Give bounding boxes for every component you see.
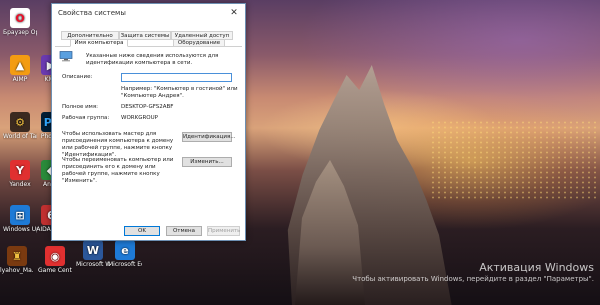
city-lights	[430, 120, 600, 200]
windows-setup-icon: ⊞	[10, 205, 30, 225]
change-button[interactable]: Изменить...	[182, 157, 232, 167]
desktop-icon-windows-setup[interactable]: ⊞Windows Update As...	[3, 205, 37, 233]
rename-text: Чтобы переименовать компьютер или присое…	[62, 157, 174, 184]
workgroup-value: WORKGROUP	[121, 115, 158, 121]
activation-watermark: Активация Windows Чтобы активировать Win…	[352, 261, 594, 283]
desktop-icon-label: lyahov_Ma...	[0, 267, 34, 274]
desktop-icon-wot[interactable]: ⚙World of Tanks RU	[3, 112, 37, 140]
edge-icon: e	[115, 240, 135, 260]
desktop-icon-game-center[interactable]: ◉Game Center	[38, 246, 72, 274]
desktop-icon-label: World of Tanks RU	[3, 133, 37, 140]
description-input[interactable]	[121, 73, 232, 82]
word-icon: W	[83, 240, 103, 260]
close-icon[interactable]: ✕	[227, 7, 241, 20]
yandex-icon: Y	[10, 160, 30, 180]
ok-button[interactable]: OK	[124, 226, 160, 236]
desktop-icon-lyahov[interactable]: ♜ lyahov_Ma...	[0, 246, 34, 274]
aimp-icon: ▲	[10, 55, 30, 75]
desktop-icon-edge[interactable]: eMicrosoft Edge	[108, 240, 142, 268]
desktop-icon-label: Windows Update As...	[3, 226, 37, 233]
desktop-icon-aimp[interactable]: ▲ AIMP	[3, 55, 37, 83]
desktop-icon-yandex[interactable]: Y Yandex	[3, 160, 37, 188]
example-text: Например: "Компьютер в гостиной" или "Ко…	[121, 86, 238, 99]
system-properties-dialog: Свойства системы ✕ Дополнительно Защита …	[51, 3, 246, 241]
tab-strip: Дополнительно Защита системы Удаленный д…	[55, 24, 242, 47]
desktop-icon-label: Microsoft Word 2010	[76, 261, 110, 268]
wot-icon: ⚙	[10, 112, 30, 132]
workgroup-label: Рабочая группа:	[62, 115, 110, 121]
intro-text: Указанные ниже сведения используются для…	[86, 53, 219, 66]
computer-name-pane: Указанные ниже сведения используются для…	[52, 47, 245, 236]
desktop-icon-label: Game Center	[38, 267, 72, 274]
desktop-icon-opera[interactable]: OБраузер Opera	[3, 8, 37, 36]
dialog-title: Свойства системы	[58, 9, 126, 17]
full-name-label: Полное имя:	[62, 104, 98, 110]
dialog-titlebar[interactable]: Свойства системы ✕	[52, 4, 245, 24]
desktop-icon-label: Microsoft Edge	[108, 261, 142, 268]
identify-button[interactable]: Идентификация...	[182, 132, 236, 142]
tab-computer-name[interactable]: Имя компьютера	[70, 39, 128, 47]
opera-icon: O	[10, 8, 30, 28]
activation-title: Активация Windows	[479, 261, 594, 274]
desktop-icon-label: AIMP	[12, 76, 28, 83]
game-center-icon: ◉	[45, 246, 65, 266]
desktop-icon-label: Браузер Opera	[3, 29, 37, 36]
activation-subtitle: Чтобы активировать Windows, перейдите в …	[352, 275, 594, 283]
computer-icon	[59, 51, 73, 62]
apply-button[interactable]: Применить	[207, 226, 240, 236]
description-label: Описание:	[62, 74, 93, 80]
full-name-value: DESKTOP-GFS2ABF	[121, 104, 174, 110]
tab-hardware[interactable]: Оборудование	[173, 39, 225, 47]
desktop-icon-word[interactable]: WMicrosoft Word 2010	[76, 240, 110, 268]
wizard-text: Чтобы использовать мастер для присоедине…	[62, 131, 174, 158]
lyahov-icon: ♜	[7, 246, 27, 266]
desktop-icon-label: Yandex	[9, 181, 31, 188]
cancel-button[interactable]: Отмена	[166, 226, 202, 236]
